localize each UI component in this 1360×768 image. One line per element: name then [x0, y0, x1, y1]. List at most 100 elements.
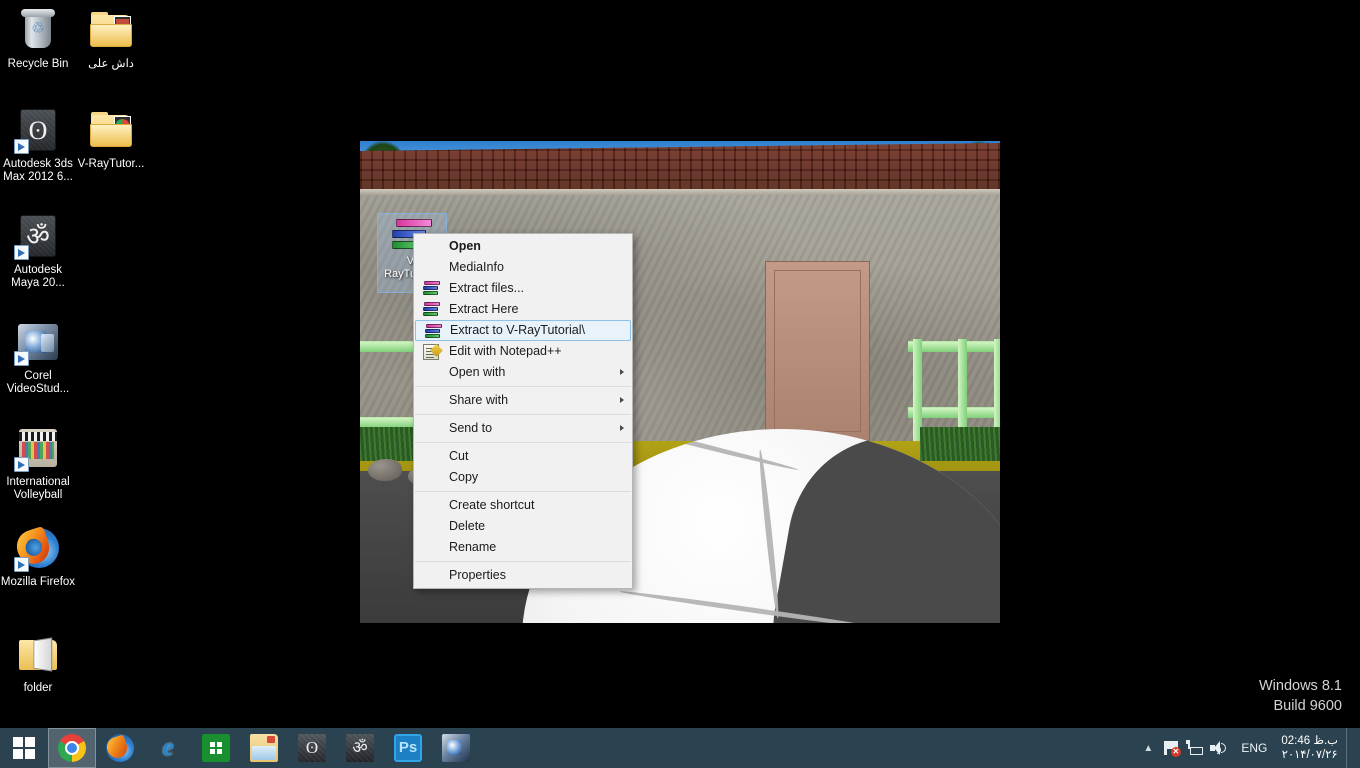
notepad-plus-icon: [423, 344, 439, 360]
context-menu-item-label: Open: [449, 239, 481, 253]
context-menu-separator: [415, 414, 631, 415]
firefox-icon: [12, 524, 62, 572]
winrar-icon: [423, 281, 440, 296]
taskbar-button-photoshop[interactable]: Ps: [384, 728, 432, 768]
taskbar-button-corel-videostudio[interactable]: [432, 728, 480, 768]
desktop-icon-label: V-RayTutor...: [77, 158, 145, 170]
taskbar-button-file-explorer[interactable]: [240, 728, 288, 768]
context-menu-item-label: Cut: [449, 449, 469, 463]
language-indicator[interactable]: ENG: [1231, 741, 1277, 755]
taskbar-pinned-apps: e ʘ ॐ Ps: [48, 728, 480, 768]
context-menu-item-label: Open with: [449, 365, 506, 379]
shortcut-overlay-icon: [14, 457, 29, 472]
taskbar-button-firefox[interactable]: [96, 728, 144, 768]
autodesk-maya-icon: ॐ: [14, 212, 62, 260]
watermark-os-name: Windows 8.1: [1258, 678, 1342, 694]
open-folder-icon: [14, 630, 62, 678]
context-menu-separator: [415, 491, 631, 492]
taskbar-button-maya[interactable]: ॐ: [336, 728, 384, 768]
shortcut-overlay-icon: [14, 139, 29, 154]
context-menu-separator: [415, 386, 631, 387]
system-tray: ▲ ✕ ENG 02:46 ب.ظ ۲۰۱۴/۰۷/۲۶: [1137, 728, 1360, 768]
desktop-icon-dash-ali[interactable]: داش على: [73, 6, 149, 71]
desktop-icon-autodesk-3ds-max[interactable]: ʘ Autodesk 3ds Max 2012 6...: [0, 106, 76, 184]
context-menu-item-delete[interactable]: Delete: [414, 516, 632, 537]
network-icon: [1187, 741, 1204, 755]
desktop-icon-vraytutorial-folder[interactable]: V-RayTutor...: [73, 106, 149, 171]
autodesk-3ds-max-icon: ʘ: [14, 106, 62, 154]
winrar-icon: [423, 302, 440, 317]
watermark-build: Build 9600: [1273, 698, 1342, 714]
windows-activation-watermark: Windows 8.1 Build 9600: [1259, 676, 1342, 716]
context-menu-item-open-with[interactable]: Open with: [414, 362, 632, 383]
desktop-icon-label: Corel VideoStud...: [6, 370, 70, 395]
volume-button[interactable]: [1207, 728, 1231, 768]
autodesk-3ds-max-icon: ʘ: [298, 734, 326, 762]
render-door: [765, 261, 870, 441]
taskbar-button-store[interactable]: [192, 728, 240, 768]
desktop-screen: ♲ Recycle Bin داش على ʘ Autodesk 3ds Max…: [0, 0, 1360, 768]
desktop-icon-recycle-bin[interactable]: ♲ Recycle Bin: [0, 6, 76, 71]
context-menu-item-extract-here[interactable]: Extract Here: [414, 299, 632, 320]
volleyball-game-icon: [14, 424, 62, 472]
context-menu-item-label: Edit with Notepad++: [449, 344, 562, 358]
desktop-icon-folder[interactable]: folder: [0, 630, 76, 695]
context-menu-item-label: Send to: [449, 421, 493, 435]
render-rock: [368, 459, 402, 481]
context-menu-item-cut[interactable]: Cut: [414, 446, 632, 467]
clock[interactable]: 02:46 ب.ظ ۲۰۱۴/۰۷/۲۶: [1277, 734, 1346, 762]
show-hidden-icons-chevron-icon[interactable]: ▲: [1137, 743, 1159, 754]
context-menu-item-label: Share with: [449, 393, 509, 407]
context-menu-item-label: Properties: [449, 568, 506, 582]
taskbar-button-3ds-max[interactable]: ʘ: [288, 728, 336, 768]
internet-explorer-icon: e: [162, 734, 174, 761]
shortcut-overlay-icon: [14, 557, 29, 572]
context-menu-item-label: Rename: [449, 540, 497, 554]
context-menu-item-properties[interactable]: Properties: [414, 565, 632, 586]
autodesk-maya-icon: ॐ: [346, 734, 374, 762]
desktop-icon-international-volleyball[interactable]: International Volleyball: [0, 424, 76, 502]
clock-date: ۲۰۱۴/۰۷/۲۶: [1281, 749, 1338, 761]
windows-logo-icon: [13, 737, 35, 759]
flag-icon: ✕: [1163, 741, 1181, 757]
winrar-icon: [425, 324, 442, 339]
firefox-icon: [106, 734, 134, 762]
context-menu-item-extract-files[interactable]: Extract files...: [414, 278, 632, 299]
desktop-icon-label: Mozilla Firefox: [0, 576, 76, 588]
context-menu-item-edit-with-notepadpp[interactable]: Edit with Notepad++: [414, 341, 632, 362]
network-button[interactable]: [1183, 728, 1207, 768]
context-menu-item-extract-to-folder[interactable]: Extract to V-RayTutorial\: [415, 320, 631, 341]
desktop-icon-mozilla-firefox[interactable]: Mozilla Firefox: [0, 524, 76, 589]
photoshop-icon: Ps: [394, 734, 422, 762]
context-menu-item-open[interactable]: Open: [414, 236, 632, 257]
folder-with-photos-icon: [87, 106, 135, 154]
chevron-right-icon: [620, 425, 624, 431]
action-center-button[interactable]: ✕: [1159, 728, 1183, 768]
taskbar-button-chrome[interactable]: [48, 728, 96, 768]
context-menu-item-share-with[interactable]: Share with: [414, 390, 632, 411]
render-roof: [360, 143, 1000, 191]
desktop-icon-corel-videostudio[interactable]: Corel VideoStud...: [0, 318, 76, 396]
shortcut-overlay-icon: [14, 245, 29, 260]
desktop-icon-label: Autodesk Maya 20...: [11, 264, 65, 289]
context-menu-item-label: Extract to V-RayTutorial\: [450, 323, 585, 337]
desktop-icon-label: folder: [23, 682, 53, 694]
chevron-right-icon: [620, 397, 624, 403]
clock-time: 02:46 ب.ظ: [1281, 735, 1338, 747]
corel-videostudio-icon: [14, 318, 62, 366]
context-menu-item-send-to[interactable]: Send to: [414, 418, 632, 439]
context-menu-item-label: Extract files...: [449, 281, 525, 295]
context-menu-item-create-shortcut[interactable]: Create shortcut: [414, 495, 632, 516]
context-menu[interactable]: Open MediaInfo Extract files... Extract …: [413, 233, 633, 589]
show-desktop-button[interactable]: [1346, 728, 1354, 768]
context-menu-item-copy[interactable]: Copy: [414, 467, 632, 488]
taskbar-button-internet-explorer[interactable]: e: [144, 728, 192, 768]
chevron-right-icon: [620, 369, 624, 375]
start-button[interactable]: [0, 728, 48, 768]
shortcut-overlay-icon: [14, 351, 29, 366]
desktop-icon-autodesk-maya[interactable]: ॐ Autodesk Maya 20...: [0, 212, 76, 290]
file-explorer-icon: [250, 734, 278, 762]
desktop-icon-label: International Volleyball: [6, 476, 70, 501]
context-menu-item-rename[interactable]: Rename: [414, 537, 632, 558]
context-menu-item-mediainfo[interactable]: MediaInfo: [414, 257, 632, 278]
